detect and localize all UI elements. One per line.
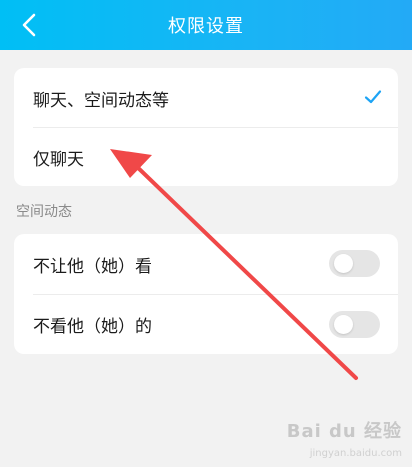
section-title: 空间动态: [16, 204, 72, 220]
page-title: 权限设置: [168, 16, 244, 37]
hide-their-toggle[interactable]: [329, 311, 380, 338]
checkmark-icon: [364, 90, 382, 104]
toggle-knob: [334, 315, 353, 334]
back-button[interactable]: [12, 8, 46, 42]
option-label: 聊天、空间动态等: [33, 90, 169, 111]
watermark-logo: Bai du 经验: [286, 421, 402, 442]
moments-card: 不让他（她）看 不看他（她）的: [14, 234, 398, 354]
setting-hide-from[interactable]: 不让他（她）看: [14, 234, 398, 294]
watermark-url: jingyan.baidu.com: [309, 448, 402, 459]
setting-label: 不让他（她）看: [33, 256, 152, 277]
chevron-left-icon: [22, 13, 36, 37]
title-bar: 权限设置: [0, 0, 412, 50]
setting-label: 不看他（她）的: [33, 317, 152, 337]
option-chat-only[interactable]: 仅聊天: [14, 128, 398, 186]
chat-permission-card: 聊天、空间动态等 仅聊天: [14, 68, 398, 186]
option-label: 仅聊天: [33, 149, 84, 170]
hide-from-toggle[interactable]: [329, 250, 380, 277]
setting-hide-their[interactable]: 不看他（她）的: [14, 295, 398, 354]
option-chat-and-moments[interactable]: 聊天、空间动态等: [14, 68, 398, 128]
toggle-knob: [334, 254, 353, 273]
